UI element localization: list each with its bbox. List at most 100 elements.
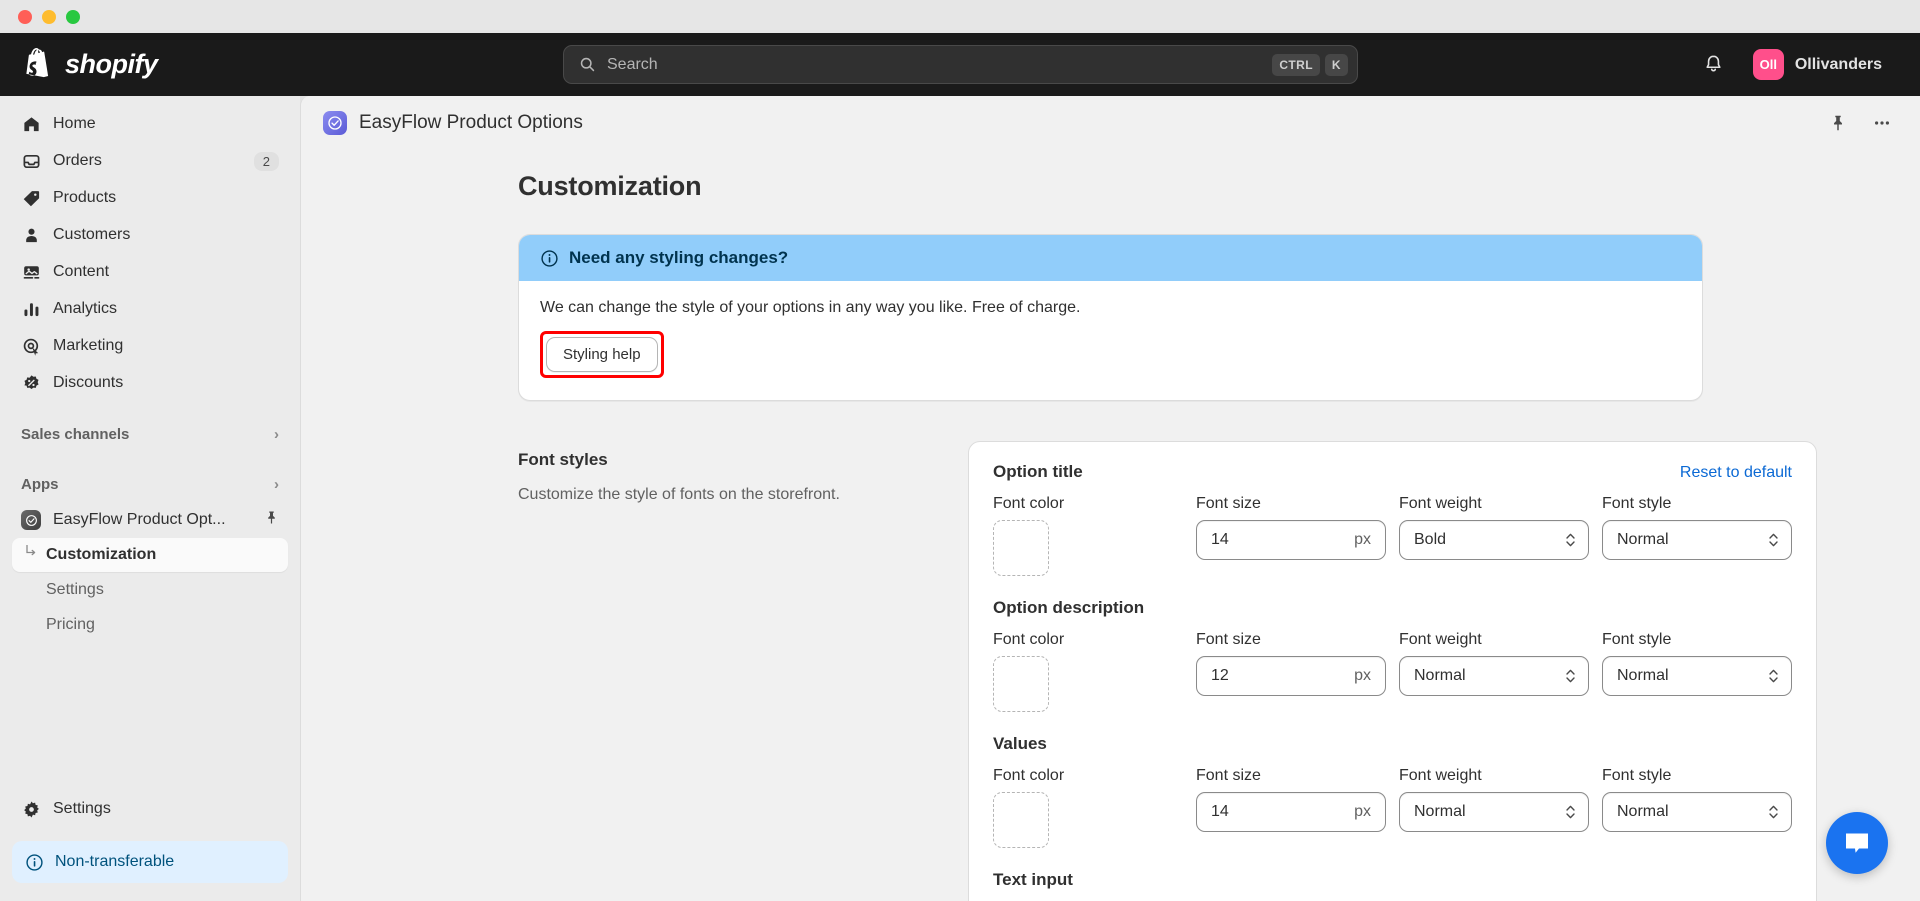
sidebar-item-label: Discounts — [53, 374, 124, 391]
subnav-arrow-icon — [24, 544, 38, 558]
sidebar-item-orders[interactable]: Orders 2 — [12, 143, 288, 179]
font-color-swatch[interactable] — [993, 520, 1049, 576]
sidebar-item-settings-app[interactable]: Settings — [12, 573, 288, 607]
font-style-select[interactable]: Normal — [1602, 520, 1792, 560]
font-color-label: Font color — [993, 631, 1065, 648]
sidebar-item-label: Marketing — [53, 337, 124, 354]
font-size-input[interactable] — [1211, 531, 1349, 549]
window-minimize-button[interactable] — [42, 9, 56, 24]
sidebar-item-label: Customers — [53, 226, 131, 243]
global-search-bar[interactable]: Search CTRL K — [563, 45, 1358, 84]
app-header-title: EasyFlow Product Options — [359, 111, 583, 133]
styling-help-button[interactable]: Styling help — [546, 337, 658, 372]
orders-icon — [21, 151, 41, 171]
font-size-label: Font size — [1196, 767, 1261, 784]
font-size-input[interactable] — [1211, 667, 1349, 685]
sidebar-item-discounts[interactable]: Discounts — [12, 365, 288, 401]
font-size-field: Font size px — [1196, 631, 1386, 712]
non-transferable-label: Non-transferable — [55, 853, 175, 870]
sidebar-item-customization[interactable]: Customization — [12, 538, 288, 572]
font-weight-select[interactable]: Bold — [1399, 520, 1589, 560]
search-icon — [580, 57, 595, 72]
sidebar-item-home[interactable]: Home — [12, 106, 288, 142]
page-content: Customization Need any styling changes? … — [518, 149, 1817, 901]
discounts-icon — [21, 373, 41, 393]
sidebar-subitem-label: Pricing — [46, 616, 95, 633]
font-weight-value: Normal — [1414, 667, 1466, 684]
px-suffix: px — [1354, 531, 1371, 548]
group-title: Values — [993, 734, 1047, 753]
font-style-label: Font style — [1602, 495, 1672, 512]
easyflow-app-icon — [21, 510, 41, 530]
chevron-updown-icon — [1769, 533, 1778, 547]
font-styles-card: Option title Reset to default Font color… — [968, 441, 1817, 901]
sidebar-item-easyflow-app[interactable]: EasyFlow Product Opt... — [12, 502, 288, 538]
font-color-swatch[interactable] — [993, 792, 1049, 848]
sidebar-item-pricing[interactable]: Pricing — [12, 608, 288, 642]
chevron-right-icon: › — [274, 425, 279, 443]
sidebar-item-customers[interactable]: Customers — [12, 217, 288, 253]
notifications-button[interactable] — [1695, 46, 1732, 83]
sidebar-item-settings[interactable]: Settings — [12, 791, 288, 827]
chevron-updown-icon — [1566, 669, 1575, 683]
app-more-actions-button[interactable] — [1866, 107, 1898, 139]
non-transferable-banner[interactable]: Non-transferable — [12, 841, 288, 883]
sidebar-item-content[interactable]: Content — [12, 254, 288, 290]
group-header: Values — [993, 734, 1792, 754]
font-weight-field: Font weight Normal — [1399, 767, 1589, 848]
font-size-input-wrap[interactable]: px — [1196, 792, 1386, 832]
sidebar-item-products[interactable]: Products — [12, 180, 288, 216]
easyflow-app-icon — [323, 110, 347, 135]
pin-icon[interactable] — [264, 510, 279, 530]
field-row: Font color Font size px — [993, 495, 1792, 576]
window-title-bar — [0, 0, 1920, 33]
font-size-input-wrap[interactable]: px — [1196, 520, 1386, 560]
reset-to-default-link[interactable]: Reset to default — [1680, 464, 1792, 482]
group-title: Option title — [993, 462, 1083, 481]
chevron-updown-icon — [1566, 533, 1575, 547]
chevron-updown-icon — [1566, 805, 1575, 819]
shopify-logo[interactable]: shopify — [0, 47, 158, 82]
field-row: Font color Font size px — [993, 631, 1792, 712]
sidebar-item-analytics[interactable]: Analytics — [12, 291, 288, 327]
main-content-pane: EasyFlow Product Options Customization N… — [300, 96, 1920, 901]
apps-label: Apps — [21, 475, 59, 493]
info-circle-icon — [541, 249, 558, 267]
search-placeholder: Search — [607, 55, 658, 73]
page-title: Customization — [518, 171, 702, 201]
sidebar-item-label: Home — [53, 115, 96, 132]
topbar-right-actions: Oll Ollivanders — [1695, 45, 1894, 84]
font-group-option-description: Option description Font color Font size — [993, 598, 1792, 712]
font-size-field: Font size px — [1196, 495, 1386, 576]
font-style-label: Font style — [1602, 631, 1672, 648]
font-size-input-wrap[interactable]: px — [1196, 656, 1386, 696]
font-style-value: Normal — [1617, 667, 1669, 684]
font-style-select[interactable]: Normal — [1602, 656, 1792, 696]
font-weight-select[interactable]: Normal — [1399, 792, 1589, 832]
sidebar-item-marketing[interactable]: Marketing — [12, 328, 288, 364]
font-weight-select[interactable]: Normal — [1399, 656, 1589, 696]
kbd-k: K — [1324, 53, 1348, 76]
marketing-icon — [21, 336, 41, 356]
window-maximize-button[interactable] — [66, 9, 80, 24]
kbd-ctrl: CTRL — [1272, 53, 1320, 76]
font-color-field: Font color — [993, 495, 1183, 576]
pin-app-button[interactable] — [1822, 107, 1854, 139]
font-style-select[interactable]: Normal — [1602, 792, 1792, 832]
chat-support-button[interactable] — [1826, 812, 1888, 874]
sidebar-section-apps[interactable]: Apps › — [12, 466, 288, 502]
font-weight-field: Font weight Bold — [1399, 495, 1589, 576]
window-close-button[interactable] — [18, 9, 32, 24]
font-size-input[interactable] — [1211, 803, 1349, 821]
user-menu-button[interactable]: Oll Ollivanders — [1749, 45, 1894, 84]
font-color-swatch[interactable] — [993, 656, 1049, 712]
page-scroll-region[interactable]: Customization Need any styling changes? … — [301, 149, 1920, 901]
font-weight-label: Font weight — [1399, 631, 1482, 648]
font-styles-section: Font styles Customize the style of fonts… — [518, 441, 1817, 901]
sidebar-section-sales-channels[interactable]: Sales channels › — [12, 416, 288, 452]
section-heading: Font styles — [518, 450, 608, 469]
styling-help-highlight: Styling help — [540, 331, 664, 378]
field-row: Font color Font size px — [993, 767, 1792, 848]
